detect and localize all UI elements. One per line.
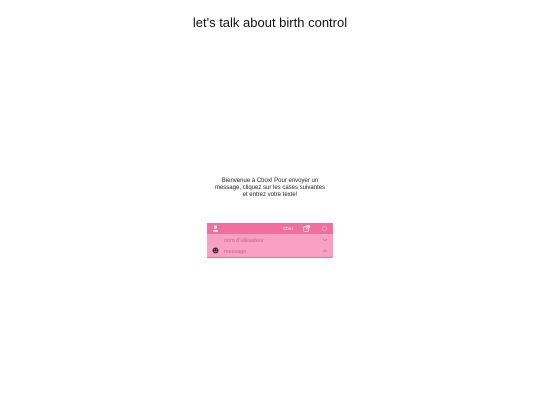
send-chevron-icon[interactable] [322, 248, 328, 254]
user-icon[interactable] [212, 225, 219, 232]
divider [207, 257, 333, 258]
popout-icon[interactable] [303, 225, 310, 232]
message-input[interactable] [224, 247, 324, 256]
username-input[interactable] [224, 236, 324, 245]
smiley-icon[interactable] [212, 247, 219, 254]
settings-icon[interactable] [321, 225, 328, 232]
cbox-toolbar: Cbox [207, 223, 333, 234]
cbox-welcome-message: Bienvenue à Cbox! Pour envoyer un messag… [210, 178, 330, 199]
cbox-brand-label[interactable]: Cbox [283, 226, 294, 231]
welcome-line: Bienvenue à Cbox! Pour envoyer un [221, 178, 319, 184]
chevron-down-icon[interactable] [322, 237, 328, 243]
page-title: let's talk about birth control [192, 15, 348, 30]
cbox-chat-widget: Cbox [207, 223, 333, 258]
welcome-line: et entrez votre texte! [242, 192, 298, 198]
welcome-line: message, cliquez sur les cases suivantes [214, 185, 326, 191]
